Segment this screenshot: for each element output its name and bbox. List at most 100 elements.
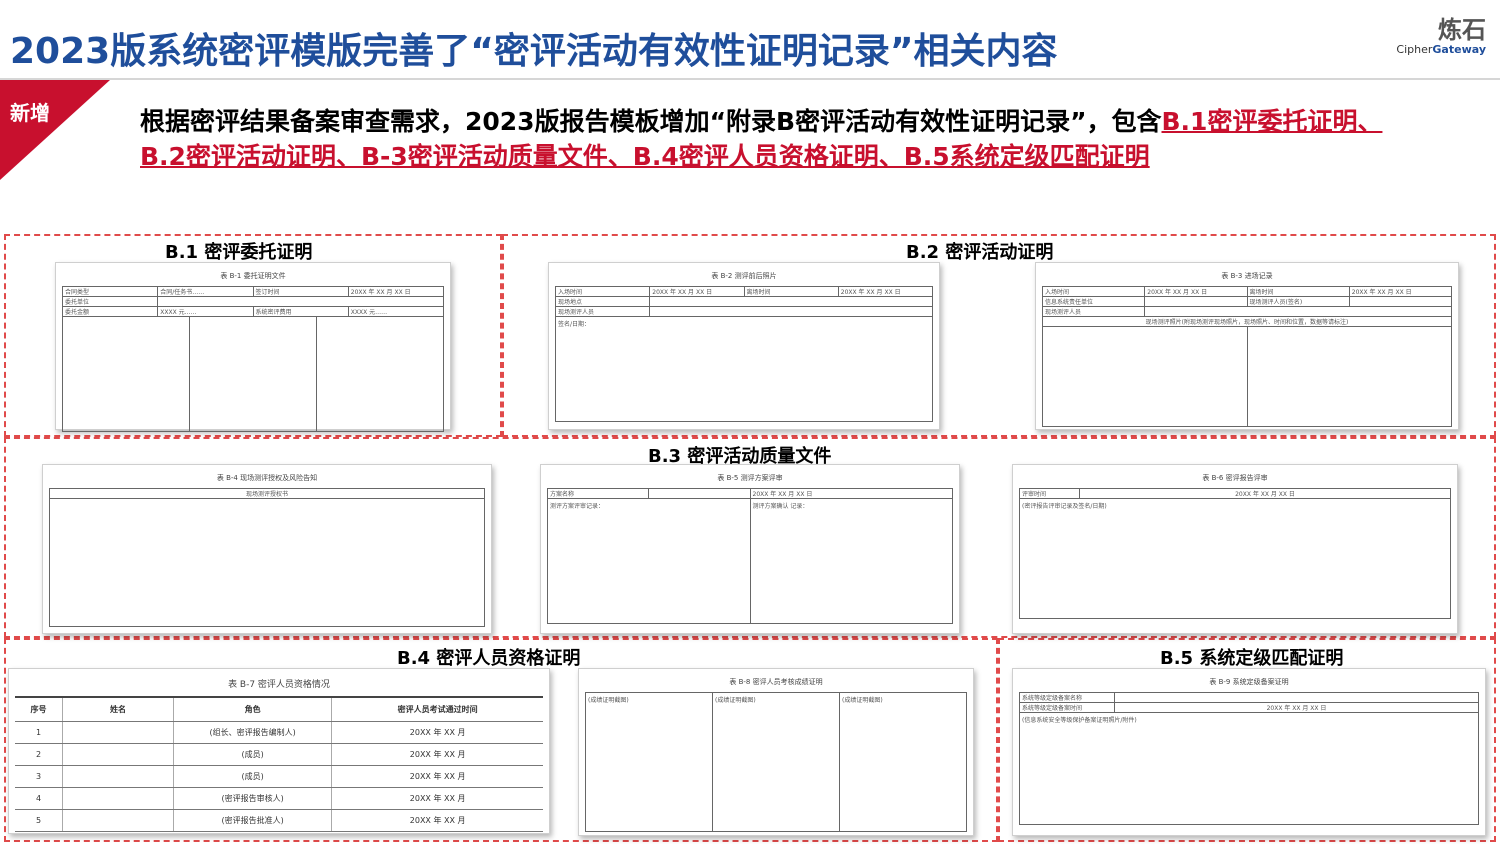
cell: (成员) [172, 742, 332, 766]
doc-b9-grading-filing: 表 B-9 系统定级备案证明 系统等级定级备案名称 系统等级定级备案时间 20XX… [1012, 668, 1486, 836]
section-b5-title: B.5 系统定级匹配证明 [1160, 648, 1344, 669]
left-col: 测评方案评审记录： [548, 499, 751, 623]
doc-table: 方案名称 20XX 年 XX 月 XX 日 [546, 488, 953, 499]
section-b2-title: B.2 密评活动证明 [906, 242, 1054, 263]
cell: 现场测评人员 [1041, 306, 1146, 317]
doc-caption: 表 B-5 测评方案评审 [717, 474, 783, 482]
col-header: 密评人员考试通过时间 [331, 696, 543, 722]
doc-caption: 表 B-3 进场记录 [1221, 272, 1273, 280]
logo-en-text: CipherGateway [1396, 43, 1486, 56]
doc-caption: 表 B-6 密评报告评审 [1202, 474, 1268, 482]
cell [649, 306, 933, 317]
col-header: 角色 [172, 696, 332, 722]
cell: 系统密评费用 [252, 306, 349, 317]
doc-b4-authorization: 表 B-4 现场测评授权及风险告知 现场测评授权书 [42, 464, 492, 634]
doc-b7-qualification: 表 B-7 密评人员资格情况 序号 姓名 角色 密评人员考试通过时间 1 (组长、… [8, 668, 550, 834]
doc-table: 入场时间 20XX 年 XX 月 XX 日离场时间 20XX 年 XX 月 XX 日… [554, 286, 934, 317]
cell: 20XX 年 XX 月 [331, 720, 543, 744]
cell: 入场时间 [554, 286, 651, 297]
doc-b2-photos: 表 B-2 测评前后照片 入场时间 20XX 年 XX 月 XX 日离场时间 20X… [548, 262, 940, 430]
cell: XXXX 元…… [347, 306, 445, 317]
table-row: 4 (密评报告审核人) 20XX 年 XX 月 [15, 786, 543, 810]
cell: 现场地点 [554, 296, 651, 307]
doc-caption: 表 B-9 系统定级备案证明 [1209, 678, 1289, 686]
cell: 4 [15, 786, 63, 810]
doc-notes: 签名/日期： [555, 317, 933, 422]
cell: 20XX 年 XX 月 XX 日 [837, 286, 934, 297]
cell: 20XX 年 XX 月 [331, 742, 543, 766]
cell: 5 [15, 808, 63, 832]
cell: (密评报告审核人) [172, 786, 332, 810]
cell: 2 [15, 742, 63, 766]
cell: 评审时间 [1019, 488, 1080, 499]
intro-text: 根据密评结果备案审查需求，2023版报告模板增加“附录B密评活动有效性证明记录”… [140, 107, 1162, 136]
cell: 委托金额 [61, 306, 159, 317]
cell: 20XX 年 XX 月 [331, 786, 543, 810]
cell: 20XX 年 XX 月 [331, 764, 543, 788]
cell: 入场时间 [1041, 286, 1146, 297]
doc-notes: (信息系统安全等级保护备案证明照片/附件) [1019, 713, 1479, 825]
intro-paragraph: 根据密评结果备案审查需求，2023版报告模板增加“附录B密评活动有效性证明记录”… [140, 104, 1415, 174]
doc-notes: (密评报告评审记录及签名/日期) [1019, 499, 1451, 619]
doc-table: 合同类型 合同/任务书…… 签订时间 20XX 年 XX 月 XX 日 委托单位 委托… [61, 286, 445, 317]
qualification-table: 序号 姓名 角色 密评人员考试通过时间 1 (组长、密评报告编制人) 20XX 年 … [15, 696, 543, 832]
doc-caption: 表 B-2 测评前后照片 [711, 272, 777, 280]
col-header: 序号 [15, 696, 63, 722]
cell [62, 764, 174, 788]
cert-cell: (成绩证明截图) [713, 693, 840, 831]
doc-table: 系统等级定级备案名称 系统等级定级备案时间 20XX 年 XX 月 XX 日 [1019, 692, 1479, 713]
cell [1144, 306, 1452, 317]
cell: 20XX 年 XX 月 XX 日 [1079, 488, 1451, 499]
cell: (组长、密评报告编制人) [172, 720, 332, 744]
cell: 合同类型 [61, 286, 159, 297]
cell: 20XX 年 XX 月 [331, 808, 543, 832]
cell: 20XX 年 XX 月 XX 日 [347, 286, 445, 297]
doc-caption: 表 B-4 现场测评授权及风险告知 [216, 474, 318, 482]
title-divider [0, 78, 1500, 80]
cell: 20XX 年 XX 月 XX 日 [1114, 702, 1479, 713]
cell: 系统等级定级备案名称 [1019, 692, 1115, 703]
cell: 系统等级定级备案时间 [1019, 702, 1115, 713]
cell: 现场测评照片(附现场测评现场照片，现场照片、时间和位置，数据等请标注) [1042, 316, 1452, 327]
cell: 3 [15, 764, 63, 788]
table-row: 2 (成员) 20XX 年 XX 月 [15, 742, 543, 766]
cell [62, 786, 174, 810]
cell [649, 296, 933, 307]
cell: 离场时间 [743, 286, 839, 297]
doc-b1-entrustment: 表 B-1 委托证明文件 合同类型 合同/任务书…… 签订时间 20XX 年 XX 月… [55, 262, 451, 432]
cell: 方案名称 [546, 488, 650, 499]
doc-table: 评审时间 20XX 年 XX 月 XX 日 [1019, 488, 1451, 499]
image-placeholder-row [1042, 327, 1452, 427]
logo-cn-text: 炼石 [1438, 16, 1486, 44]
cell [648, 488, 751, 499]
cell: 信息系统责任单位 [1041, 296, 1146, 307]
cell: (成员) [172, 764, 332, 788]
cell: (密评报告批准人) [172, 808, 332, 832]
cert-cell: (成绩证明截图) [586, 693, 713, 831]
cell [62, 808, 174, 832]
cell: 20XX 年 XX 月 XX 日 [649, 286, 745, 297]
doc-caption: 表 B-1 委托证明文件 [220, 272, 286, 280]
table-row: 3 (成员) 20XX 年 XX 月 [15, 764, 543, 788]
cell: 合同/任务书…… [157, 286, 254, 297]
review-columns: 测评方案评审记录： 测评方案确认 记录： [547, 499, 953, 624]
cell [1114, 692, 1479, 703]
cell: 委托单位 [61, 296, 159, 307]
cell: 现场测评人员(签名) [1246, 296, 1350, 307]
doc-table: 现场测评授权书 [49, 488, 485, 499]
doc-b6-report-review: 表 B-6 密评报告评审 评审时间 20XX 年 XX 月 XX 日 (密评报告评… [1012, 464, 1458, 634]
logo-en-suffix: Gateway [1432, 43, 1486, 56]
doc-b5-plan-review: 表 B-5 测评方案评审 方案名称 20XX 年 XX 月 XX 日 测评方案评审… [540, 464, 960, 634]
image-placeholder-row [62, 317, 444, 432]
cell: 现场测评人员 [554, 306, 651, 317]
brand-logo: 炼石 CipherGateway [1396, 10, 1486, 56]
doc-caption: 表 B-7 密评人员资格情况 [228, 680, 330, 690]
right-col: 测评方案确认 记录： [752, 503, 809, 510]
section-b1-title: B.1 密评委托证明 [165, 242, 313, 263]
corner-ribbon [0, 80, 110, 180]
doc-table: 入场时间 20XX 年 XX 月 XX 日离场时间 20XX 年 XX 月 XX 日… [1041, 286, 1453, 327]
cell: 20XX 年 XX 月 XX 日 [749, 488, 953, 499]
table-row: 1 (组长、密评报告编制人) 20XX 年 XX 月 [15, 720, 543, 744]
cell: 现场测评授权书 [49, 488, 485, 499]
ribbon-label: 新增 [10, 101, 50, 125]
